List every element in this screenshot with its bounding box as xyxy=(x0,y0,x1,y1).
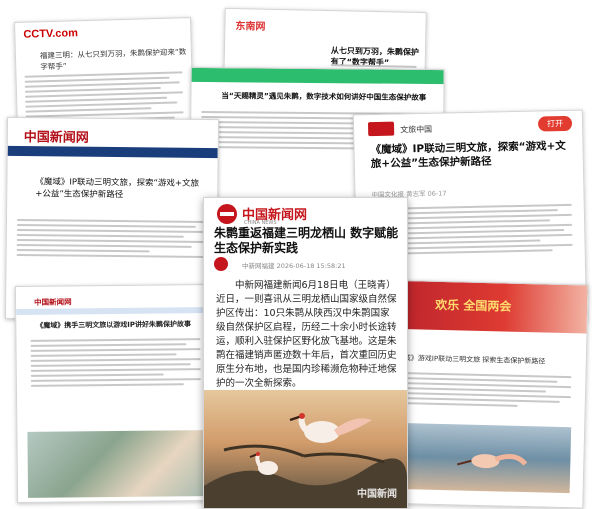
nav-item[interactable]: 财经 xyxy=(104,158,115,164)
article-body: 中新网福建新闻6月18日电（王晓青）近日，一则喜讯从三明龙栖山国家级自然保护区传… xyxy=(216,280,397,389)
site-logo: 中国新闻网 xyxy=(33,297,72,307)
card-title: 当“天赐精灵”遇见朱鹮，数字技术如何讲好中国生态保护故事 xyxy=(221,91,427,102)
cctv-logo: CCTV.com xyxy=(23,27,79,41)
photo-watermark: 中国新闻 xyxy=(357,489,397,500)
banner: 欢乐 全国两会 xyxy=(380,280,588,334)
text-lines xyxy=(392,369,572,411)
text-lines xyxy=(16,216,207,261)
news-card-bottom-left[interactable]: 中国新闻网 《魔域》携手三明文旅以游戏IP讲好朱鹮保护故事 xyxy=(14,283,217,504)
chinanews-emblem-icon xyxy=(217,204,237,224)
main-article-card[interactable]: 中国新闻网 CHINA NEWS 朱鹮重返福建三明龙栖山 数字赋能生态保护新实践… xyxy=(203,197,408,509)
article-byline: 中新网福建 2026-06-18 15:58:21 xyxy=(242,262,346,270)
text-lines xyxy=(30,335,201,390)
site-logo: 东南网 xyxy=(235,21,266,33)
author-avatar xyxy=(214,257,228,271)
nav-item[interactable]: 国际 xyxy=(74,158,85,164)
card-title: 《魔域》携手三明文旅以游戏IP讲好朱鹮保护故事 xyxy=(36,320,192,330)
card-title: 《魔域》IP联动三明文旅，探索“游戏+文旅+公益”生态保护新路径 xyxy=(370,139,566,171)
ibis-bird-icon xyxy=(457,453,528,469)
green-header xyxy=(191,67,444,85)
chinanews-logo: 中国新闻网 xyxy=(23,130,89,146)
nav-bar xyxy=(16,306,214,316)
banner-text: 欢乐 全国两会 xyxy=(434,297,512,314)
article-image xyxy=(27,430,206,498)
nav-item[interactable]: 首页 xyxy=(14,157,25,163)
nav-item[interactable]: 新闻 xyxy=(44,157,55,163)
nav-bar: 首页 新闻 国际 财经 体育 福建 xyxy=(7,145,218,165)
article-photo: 中国新闻 xyxy=(204,390,407,508)
card-title: 《魔域》IP联动三明文旅，探索“游戏+文旅+公益”生态保护新路径 xyxy=(35,177,200,201)
app-label: 文旅中国 xyxy=(400,124,433,135)
card-title: 《魔域》游戏IP联动三明文旅 探索生态保护新路径 xyxy=(389,353,546,366)
nav-item[interactable]: 体育 xyxy=(134,158,145,164)
nav-item[interactable]: 福建 xyxy=(164,159,175,165)
article-title: 朱鹮重返福建三明龙栖山 数字赋能生态保护新实践 xyxy=(214,226,399,255)
open-app-button[interactable]: 打开 xyxy=(537,115,573,132)
app-logo-icon xyxy=(367,121,395,137)
article-image xyxy=(394,422,572,494)
